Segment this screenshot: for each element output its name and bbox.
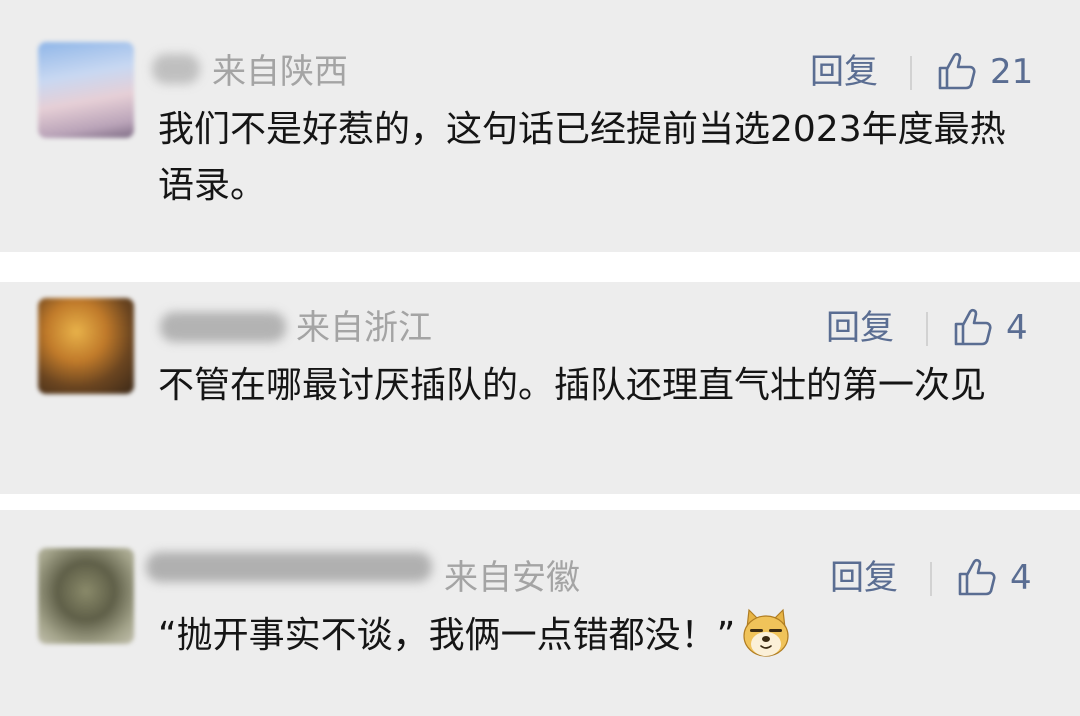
- username-blurred[interactable]: [146, 552, 432, 582]
- username-blurred[interactable]: [152, 54, 200, 84]
- comment-location: 来自陕西: [212, 52, 348, 92]
- username-blurred[interactable]: [160, 312, 286, 342]
- avatar[interactable]: [38, 298, 134, 394]
- comment-location: 来自安徽: [444, 558, 580, 598]
- reply-button[interactable]: 回复: [830, 558, 898, 598]
- comment-card: 来自陕西 回复 21 我们不是好惹的，这句话已经提前当选2023年度最热语录。: [0, 0, 1080, 252]
- thumbs-up-icon[interactable]: [952, 307, 992, 347]
- comment-text-row: “抛开事实不谈，我俩一点错都没！”: [158, 608, 1038, 664]
- like-count: 4: [1006, 308, 1028, 348]
- avatar[interactable]: [38, 548, 134, 644]
- avatar[interactable]: [38, 42, 134, 138]
- reply-button[interactable]: 回复: [826, 308, 894, 348]
- like-count: 21: [990, 52, 1034, 92]
- action-divider: [910, 56, 912, 90]
- comment-card: 来自浙江 回复 4 不管在哪最讨厌插队的。插队还理直气壮的第一次见: [0, 282, 1080, 494]
- action-divider: [930, 562, 932, 596]
- comment-location: 来自浙江: [296, 308, 432, 348]
- thumbs-up-icon[interactable]: [956, 557, 996, 597]
- reply-button[interactable]: 回复: [810, 52, 878, 92]
- like-count: 4: [1010, 558, 1032, 598]
- comment-text: “抛开事实不谈，我俩一点错都没！”: [158, 615, 736, 656]
- doge-emoji-icon: [743, 608, 789, 657]
- thumbs-up-icon[interactable]: [936, 51, 976, 91]
- comment-text: 不管在哪最讨厌插队的。插队还理直气壮的第一次见: [158, 365, 987, 406]
- comment-card: 来自安徽 回复 4 “抛开事实不谈，我俩一点错都没！”: [0, 510, 1080, 716]
- action-divider: [926, 312, 928, 346]
- comment-text: 我们不是好惹的，这句话已经提前当选2023年度最热语录。: [158, 109, 1006, 206]
